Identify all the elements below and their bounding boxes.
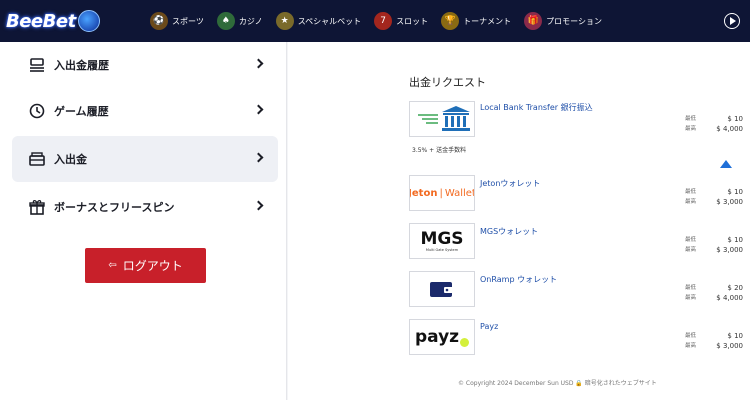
- special-bet-icon: ★: [275, 12, 294, 30]
- min-label: 最低: [685, 333, 697, 339]
- min-value: $ 20: [727, 284, 743, 292]
- method-limits: 最低 $ 10 最高 $ 4,000: [685, 114, 743, 134]
- mgs-logo-text: MGS: [420, 228, 464, 249]
- sports-icon: ⚽: [150, 12, 168, 30]
- jeton-logo-text2: Wallet: [444, 187, 475, 199]
- min-label: 最低: [685, 285, 697, 291]
- max-value: $ 4,000: [716, 294, 743, 302]
- payz-logo[interactable]: payz: [409, 319, 475, 355]
- promotion-icon: 🎁: [524, 12, 543, 30]
- sidebar-item-label: 入出金履歴: [54, 59, 109, 72]
- method-limits: 最低 $ 20 最高 $ 4,000: [685, 283, 743, 303]
- footer-copyright: © Copyright 2024 December Sun USD 🔒 暗号化さ…: [458, 380, 657, 387]
- sidebar-item-game-history[interactable]: ゲーム履歴: [12, 88, 278, 134]
- withdrawal-panel: 出金リクエスト Local Bank Transfer 銀行振込 3.5% + …: [288, 42, 750, 400]
- tournament-icon: 🏆: [441, 12, 460, 30]
- min-label: 最低: [685, 237, 697, 243]
- nav-label: スポーツ: [172, 16, 204, 26]
- chevron-right-icon: [253, 104, 264, 115]
- onramp-logo[interactable]: [409, 271, 475, 307]
- nav-label: スペシャルベット: [297, 16, 362, 26]
- method-name[interactable]: Local Bank Transfer 銀行振込: [480, 102, 593, 113]
- logout-icon: ⇦: [108, 260, 117, 271]
- top-header: BeeBet ⚽ スポーツ ♠ カジノ ★ スペシャルベット 7 スロット 🏆 …: [0, 0, 750, 42]
- sidebar-item-cashier[interactable]: 入出金: [12, 136, 278, 182]
- page-title: 出金リクエスト: [409, 76, 486, 89]
- mgs-logo[interactable]: MGS Multi Gate System: [409, 223, 475, 259]
- logout-button[interactable]: ⇦ ログアウト: [85, 248, 206, 283]
- method-name[interactable]: Jetonウォレット: [480, 178, 540, 189]
- chevron-right-icon: [253, 58, 264, 69]
- method-limits: 最低 $ 10 最高 $ 3,000: [685, 235, 743, 255]
- mascot-icon: [77, 10, 100, 32]
- logo-text: BeeBet: [6, 10, 76, 32]
- fee-note: 3.5% + 送金手数料: [412, 147, 467, 154]
- jeton-logo-text: Jeton: [409, 187, 438, 199]
- cashier-icon: [28, 150, 46, 168]
- nav-label: プロモーション: [546, 16, 602, 26]
- sidebar-item-label: ゲーム履歴: [54, 105, 109, 118]
- collapse-up-icon[interactable]: [720, 160, 732, 168]
- transaction-history-icon: [28, 56, 46, 74]
- slot-icon: 7: [374, 12, 393, 30]
- method-name[interactable]: OnRamp ウォレット: [480, 274, 557, 285]
- sidebar-item-label: 入出金: [54, 153, 87, 166]
- max-label: 最高: [685, 126, 697, 132]
- nav-label: カジノ: [238, 16, 263, 26]
- site-logo[interactable]: BeeBet: [6, 6, 106, 36]
- logout-label: ログアウト: [122, 259, 183, 273]
- nav-item-sports[interactable]: ⚽ スポーツ: [150, 12, 204, 30]
- nav-item-special-bet[interactable]: ★ スペシャルベット: [275, 12, 362, 30]
- max-value: $ 3,000: [716, 198, 743, 206]
- nav-item-casino[interactable]: ♠ カジノ: [216, 12, 263, 30]
- max-value: $ 4,000: [716, 125, 743, 133]
- sidebar-item-label: ボーナスとフリースピン: [54, 201, 175, 214]
- clock-icon: [28, 102, 46, 120]
- max-label: 最高: [685, 199, 697, 205]
- nav-item-promotion[interactable]: 🎁 プロモーション: [524, 12, 602, 30]
- max-label: 最高: [685, 295, 697, 301]
- gift-icon: [28, 198, 46, 216]
- max-label: 最高: [685, 247, 697, 253]
- play-icon[interactable]: [724, 13, 740, 29]
- method-name[interactable]: MGSウォレット: [480, 226, 538, 237]
- nav-label: トーナメント: [463, 16, 512, 26]
- min-label: 最低: [685, 116, 697, 122]
- min-value: $ 10: [727, 332, 743, 340]
- method-limits: 最低 $ 10 最高 $ 3,000: [685, 187, 743, 207]
- main-nav: ⚽ スポーツ ♠ カジノ ★ スペシャルベット 7 スロット 🏆 トーナメント …: [150, 0, 615, 42]
- min-value: $ 10: [727, 115, 743, 123]
- min-value: $ 10: [727, 236, 743, 244]
- sidebar-item-transaction-history[interactable]: 入出金履歴: [12, 42, 278, 88]
- min-value: $ 10: [727, 188, 743, 196]
- account-sidebar: 入出金履歴 ゲーム履歴 入出金 ボーナスとフリースピン ⇦ ログアウト: [0, 42, 287, 400]
- payz-dot-icon: [460, 337, 470, 347]
- casino-icon: ♠: [216, 12, 235, 30]
- min-label: 最低: [685, 189, 697, 195]
- chevron-right-icon: [253, 152, 264, 163]
- max-label: 最高: [685, 343, 697, 349]
- nav-label: スロット: [396, 16, 429, 26]
- mgs-logo-sub: Multi Gate System: [425, 247, 459, 252]
- method-name[interactable]: Payz: [480, 322, 498, 331]
- bank-logo[interactable]: [409, 101, 475, 137]
- max-value: $ 3,000: [716, 246, 743, 254]
- jeton-logo[interactable]: Jeton | Wallet: [409, 175, 475, 211]
- sidebar-item-bonus[interactable]: ボーナスとフリースピン: [12, 184, 278, 230]
- max-value: $ 3,000: [716, 342, 743, 350]
- nav-item-tournament[interactable]: 🏆 トーナメント: [441, 12, 511, 30]
- payz-logo-text: payz: [414, 327, 460, 347]
- method-limits: 最低 $ 10 最高 $ 3,000: [685, 331, 743, 351]
- chevron-right-icon: [253, 200, 264, 211]
- nav-item-slot[interactable]: 7 スロット: [374, 12, 428, 30]
